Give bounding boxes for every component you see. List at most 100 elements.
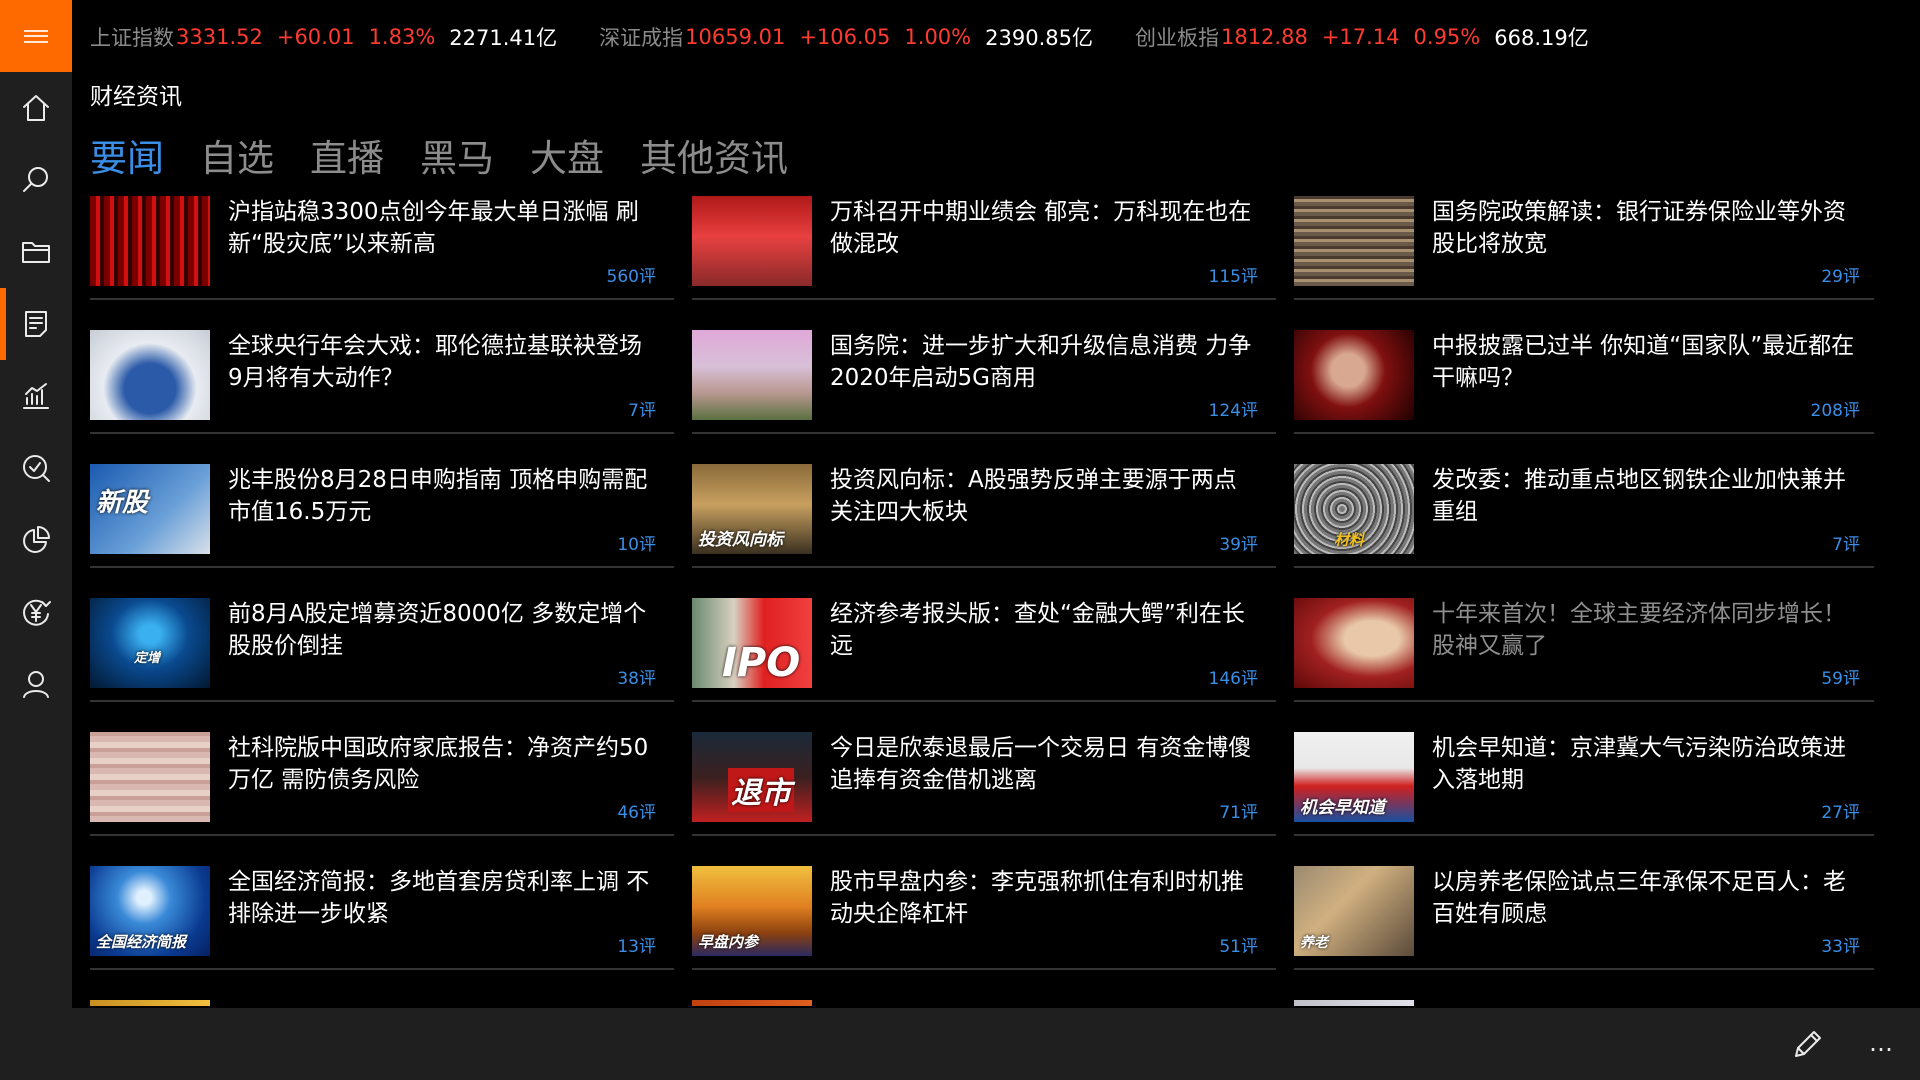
comment-count: 29评: [1821, 267, 1860, 287]
news-card[interactable]: 中报披露已过半 你知道“国家队”最近都在干嘛吗？ 208评: [1294, 330, 1874, 434]
news-headline: 国务院：进一步扩大和升级信息消费 力争2020年启动5G商用: [830, 333, 1252, 391]
news-card[interactable]: 国务院：进一步扩大和升级信息消费 力争2020年启动5G商用 124评: [692, 330, 1276, 434]
thumb-caption: 全国经济简报: [96, 933, 187, 951]
news-card[interactable]: 机会早知道 机会早知道：京津冀大气污染防治政策进入落地期 27评: [1294, 732, 1874, 836]
ticker-shenzhen[interactable]: 深证成指 10659.01 +106.05 1.00% 2390.85亿: [599, 22, 1093, 52]
nav-chart[interactable]: [0, 360, 72, 432]
pencil-icon: [1795, 1031, 1821, 1057]
thumb-caption: 定增: [134, 651, 161, 666]
nav-folder[interactable]: [0, 216, 72, 288]
news-card[interactable]: 新股 兆丰股份8月28日申购指南 顶格申购需配市值16.5万元 10评: [90, 464, 674, 568]
hamburger-menu-button[interactable]: [0, 0, 72, 72]
news-thumbnail: 早盘内参: [692, 866, 812, 956]
news-card[interactable]: 国务院政策解读：银行证券保险业等外资股比将放宽 29评: [1294, 196, 1874, 300]
news-icon: [25, 311, 47, 337]
thumb-caption: 新股: [96, 488, 149, 518]
news-card[interactable]: 养老 以房养老保险试点三年承保不足百人：老百姓有顾虑 33评: [1294, 866, 1874, 970]
news-card[interactable]: 全国经济简报 全国经济简报：多地首套房贷利率上调 不排除进一步收紧 13评: [90, 866, 674, 970]
comment-count: 33评: [1821, 937, 1860, 957]
nav-home[interactable]: [0, 72, 72, 144]
tab-watchlist[interactable]: 自选: [200, 128, 274, 182]
news-card-partial[interactable]: [1294, 1000, 1874, 1006]
thumb-caption: 退市: [728, 768, 794, 812]
news-thumbnail: 材料: [1294, 464, 1414, 554]
ticker-chinext[interactable]: 创业板指 1812.88 +17.14 0.95% 668.19亿: [1135, 22, 1589, 52]
comment-count: 10评: [617, 535, 656, 555]
thumb-caption: 养老: [1300, 935, 1328, 951]
tab-other-news[interactable]: 其他资讯: [640, 128, 788, 182]
nav-news[interactable]: [0, 288, 72, 360]
news-headline: 社科院版中国政府家底报告：净资产约50万亿 需防债务风险: [228, 735, 649, 793]
thumb-caption: 机会早知道: [1300, 798, 1385, 818]
news-card-partial[interactable]: [90, 1000, 674, 1006]
nav-magnify-check[interactable]: [0, 432, 72, 504]
ticker-name: 上证指数: [90, 26, 174, 50]
news-card[interactable]: 十年来首次！全球主要经济体同步增长！股神又赢了 59评: [1294, 598, 1874, 702]
news-headline: 机会早知道：京津冀大气污染防治政策进入落地期: [1432, 735, 1846, 793]
news-card[interactable]: 全球央行年会大戏：耶伦德拉基联袂登场 9月将有大动作？ 7评: [90, 330, 674, 434]
yuan-icon: [23, 599, 51, 626]
news-card[interactable]: 定增 前8月A股定增募资近8000亿 多数定增个股股价倒挂 38评: [90, 598, 674, 702]
ticker-name: 深证成指: [599, 26, 684, 50]
ticker-name: 创业板指: [1134, 26, 1219, 50]
edit-button[interactable]: [1790, 1026, 1826, 1062]
home-icon: [23, 95, 49, 121]
news-thumbnail: [90, 196, 210, 286]
thumb-caption: 早盘内参: [698, 933, 759, 951]
pie-icon: [23, 526, 50, 553]
news-thumbnail: 投资风向标: [692, 464, 812, 554]
ticker-value: 1812.88: [1220, 25, 1308, 49]
more-options-button[interactable]: …: [1864, 1028, 1900, 1058]
news-card[interactable]: 退市 今日是欣泰退最后一个交易日 有资金博傻追捧有资金借机逃离 71评: [692, 732, 1276, 836]
news-headline: 中报披露已过半 你知道“国家队”最近都在干嘛吗？: [1432, 333, 1855, 391]
comment-count: 7评: [628, 401, 656, 421]
user-icon: [23, 671, 49, 698]
news-headline: 经济参考报头版：查处“金融大鳄”利在长远: [830, 601, 1245, 659]
tab-dark-horse[interactable]: 黑马: [420, 128, 494, 182]
tab-headlines[interactable]: 要闻: [90, 128, 164, 182]
news-card[interactable]: 社科院版中国政府家底报告：净资产约50万亿 需防债务风险 46评: [90, 732, 674, 836]
search-icon: [23, 167, 48, 192]
news-card[interactable]: 万科召开中期业绩会 郁亮：万科现在也在做混改 115评: [692, 196, 1276, 300]
news-thumbnail: [692, 1000, 812, 1006]
tab-live[interactable]: 直播: [310, 128, 384, 182]
news-headline: 以房养老保险试点三年承保不足百人：老百姓有顾虑: [1432, 869, 1846, 927]
nav-search[interactable]: [0, 144, 72, 216]
ticker-percent: 1.00%: [904, 25, 972, 49]
news-headline: 前8月A股定增募资近8000亿 多数定增个股股价倒挂: [228, 601, 647, 659]
news-thumbnail: [1294, 598, 1414, 688]
comment-count: 115评: [1208, 267, 1258, 287]
comment-count: 560评: [606, 267, 656, 287]
news-card[interactable]: 沪指站稳3300点创今年最大单日涨幅 刷新“股灾底”以来新高 560评: [90, 196, 674, 300]
news-card[interactable]: IPO 经济参考报头版：查处“金融大鳄”利在长远 146评: [692, 598, 1276, 702]
ticker-percent: 1.83%: [368, 25, 436, 49]
news-thumbnail: [1294, 196, 1414, 286]
nav-user[interactable]: [0, 648, 72, 720]
folder-icon: [22, 242, 50, 263]
comment-count: 39评: [1219, 535, 1258, 555]
nav-yuan[interactable]: [0, 576, 72, 648]
ticker-shanghai[interactable]: 上证指数 3331.52 +60.01 1.83% 2271.41亿: [90, 22, 557, 52]
chart-icon: [23, 383, 49, 409]
nav-pie[interactable]: [0, 504, 72, 576]
news-thumbnail: 全国经济简报: [90, 866, 210, 956]
news-thumbnail: 养老: [1294, 866, 1414, 956]
ticker-percent: 0.95%: [1413, 25, 1481, 49]
comment-count: 13评: [617, 937, 656, 957]
news-card[interactable]: 早盘内参 股市早盘内参：李克强称抓住有利时机推动央企降杠杆 51评: [692, 866, 1276, 970]
news-thumbnail: [90, 330, 210, 420]
news-headline: 十年来首次！全球主要经济体同步增长！股神又赢了: [1432, 601, 1846, 659]
tab-market[interactable]: 大盘: [530, 128, 604, 182]
news-thumbnail: [1294, 330, 1414, 420]
ticker-value: 10659.01: [685, 25, 786, 49]
ticker-change: +106.05: [799, 25, 891, 49]
magnify-check-icon: [23, 455, 50, 482]
news-thumbnail: [90, 732, 210, 822]
news-thumbnail: 新股: [90, 464, 210, 554]
comment-count: 27评: [1821, 803, 1860, 823]
news-card-partial[interactable]: [692, 1000, 1276, 1006]
hamburger-icon: [24, 29, 48, 43]
ellipsis-icon: …: [1869, 1029, 1895, 1057]
news-card[interactable]: 材料 发改委：推动重点地区钢铁企业加快兼并重组 7评: [1294, 464, 1874, 568]
news-card[interactable]: 投资风向标 投资风向标：A股强势反弹主要源于两点 关注四大板块 39评: [692, 464, 1276, 568]
